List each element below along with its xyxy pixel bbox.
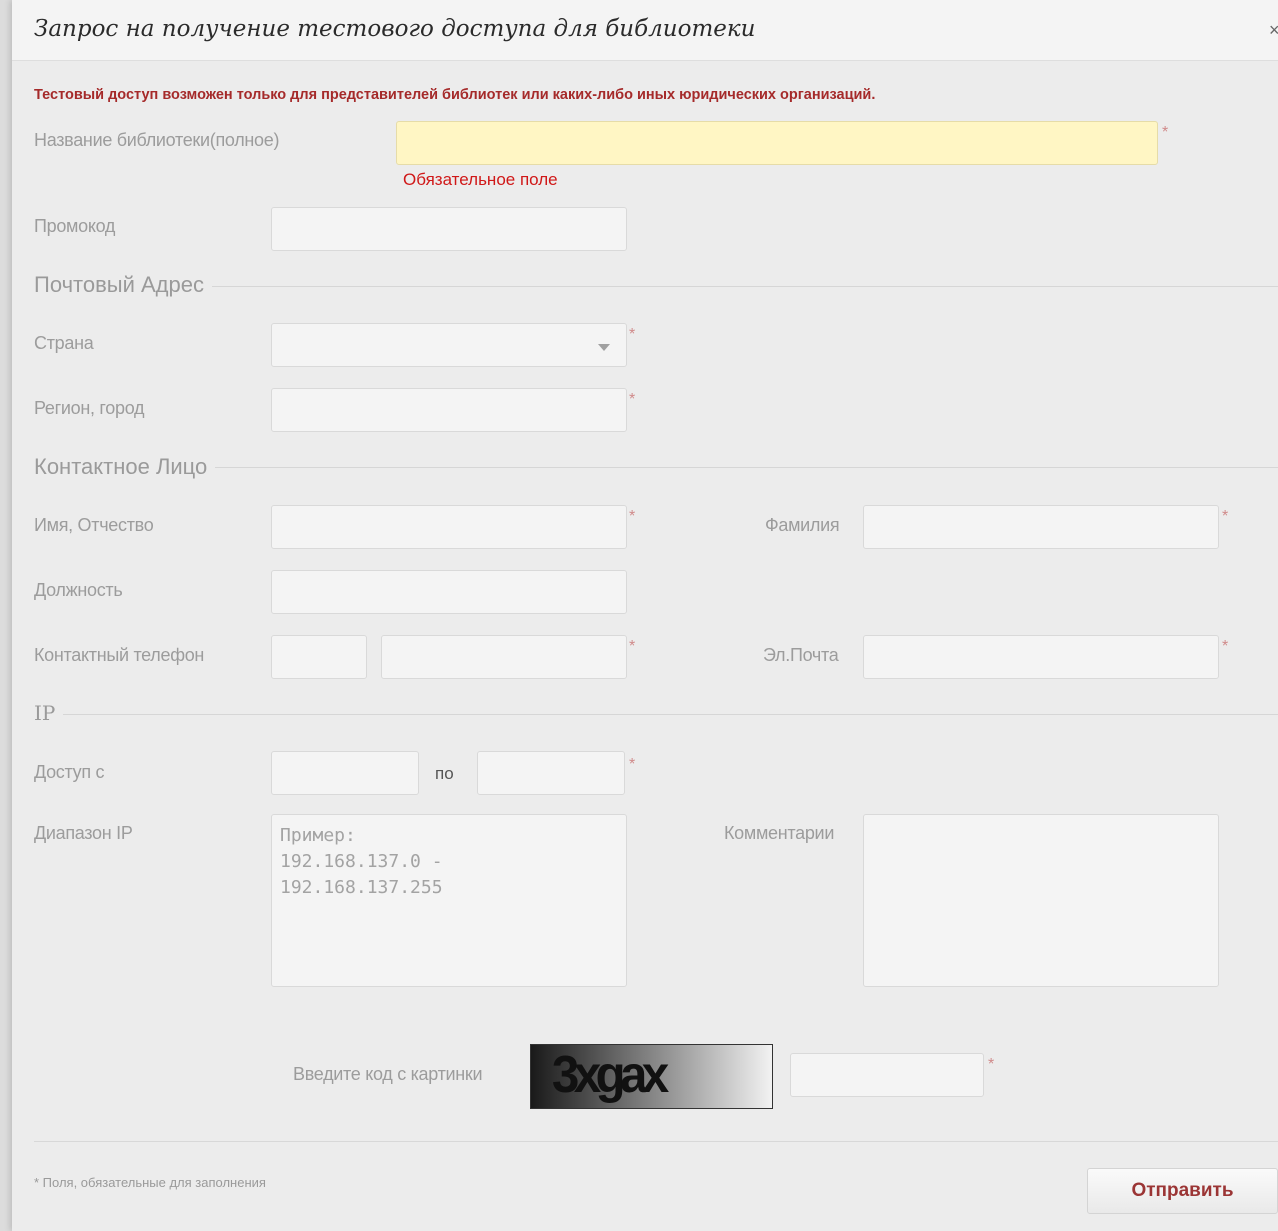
country-label: Страна xyxy=(34,333,94,353)
email-input[interactable] xyxy=(863,635,1219,679)
access-notice: Тестовый доступ возможен только для пред… xyxy=(34,87,876,103)
ip-range-placeholder: Пример: 192.168.137.0 - 192.168.137.255 xyxy=(280,825,443,898)
country-select[interactable] xyxy=(271,323,627,367)
captcha-label: Введите код с картинки xyxy=(293,1064,483,1084)
first-name-label: Имя, Отчество xyxy=(34,515,154,535)
submit-button[interactable]: Отправить xyxy=(1087,1168,1278,1214)
dialog-title: Запрос на получение тестового доступа дл… xyxy=(34,16,756,42)
position-input[interactable] xyxy=(271,570,627,614)
close-icon[interactable]: × xyxy=(1269,20,1278,41)
access-from-input[interactable] xyxy=(271,751,419,795)
last-name-label: Фамилия xyxy=(765,515,840,535)
required-mark: * xyxy=(1162,124,1169,141)
required-mark: * xyxy=(988,1056,995,1073)
request-dialog: Запрос на получение тестового доступа дл… xyxy=(12,0,1278,1231)
comments-textarea[interactable] xyxy=(863,814,1219,987)
captcha-image: 3xgax xyxy=(530,1044,773,1109)
access-to-label: по xyxy=(435,764,454,783)
captcha-image-text: 3xgax xyxy=(551,1046,669,1104)
ip-range-textarea[interactable]: Пример: 192.168.137.0 - 192.168.137.255 xyxy=(271,814,627,987)
required-mark: * xyxy=(629,756,636,773)
section-divider xyxy=(34,286,1278,287)
access-to-input[interactable] xyxy=(477,751,625,795)
library-name-input[interactable] xyxy=(396,121,1158,165)
comments-label: Комментарии xyxy=(724,823,835,843)
access-from-label: Доступ с xyxy=(34,762,105,782)
phone-number-input[interactable] xyxy=(381,635,627,679)
captcha-input[interactable] xyxy=(790,1053,984,1097)
library-name-error: Обязательное поле xyxy=(403,170,558,189)
last-name-input[interactable] xyxy=(863,505,1219,549)
required-mark: * xyxy=(1222,508,1229,525)
promo-label: Промокод xyxy=(34,216,116,236)
required-fields-note: * Поля, обязательные для заполнения xyxy=(34,1175,266,1190)
region-input[interactable] xyxy=(271,388,627,432)
promo-input[interactable] xyxy=(271,207,627,251)
email-label: Эл.Почта xyxy=(763,645,839,665)
section-divider xyxy=(34,467,1278,468)
chevron-down-icon xyxy=(598,344,610,351)
first-name-input[interactable] xyxy=(271,505,627,549)
phone-code-input[interactable] xyxy=(271,635,367,679)
region-label: Регион, город xyxy=(34,398,145,418)
dialog-titlebar: Запрос на получение тестового доступа дл… xyxy=(12,0,1278,61)
position-label: Должность xyxy=(34,580,123,600)
required-mark: * xyxy=(629,508,636,525)
ip-range-label: Диапазон IP xyxy=(34,823,133,843)
section-divider xyxy=(34,714,1278,715)
postal-section-title: Почтовый Адрес xyxy=(34,272,212,298)
library-name-label: Название библиотеки(полное) xyxy=(34,130,280,150)
contact-section-title: Контактное Лицо xyxy=(34,454,216,480)
ip-section-title: IP xyxy=(34,701,64,725)
required-mark: * xyxy=(629,326,636,343)
required-mark: * xyxy=(629,391,636,408)
phone-label: Контактный телефон xyxy=(34,645,205,665)
required-mark: * xyxy=(1222,638,1229,655)
footer-divider xyxy=(34,1141,1278,1142)
required-mark: * xyxy=(629,638,636,655)
